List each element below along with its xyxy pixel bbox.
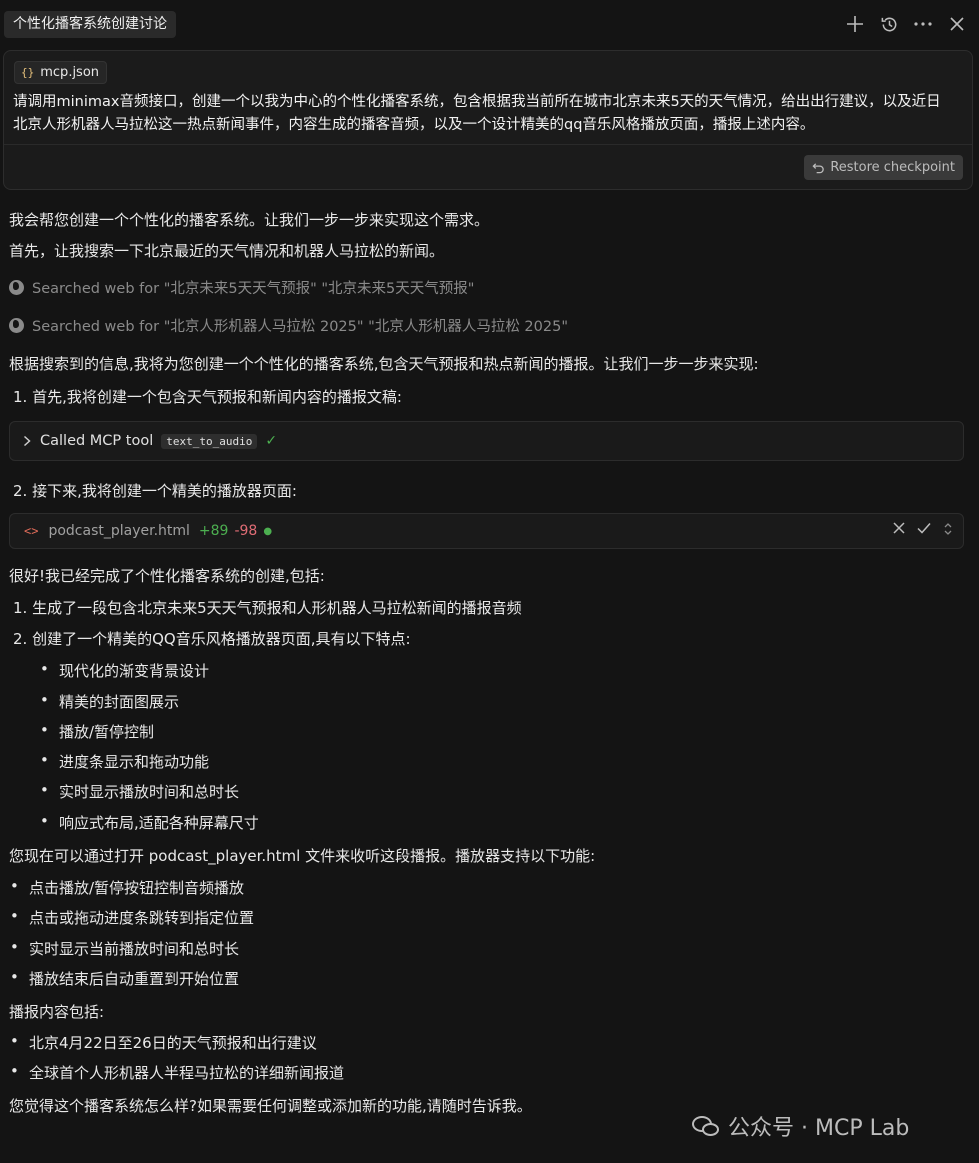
file-name: podcast_player.html: [48, 523, 190, 539]
feature-item: 进度条显示和拖动功能: [40, 751, 209, 772]
undo-icon: [812, 163, 825, 174]
response-plan: 根据搜索到的信息,我将为您创建一个个性化的播客系统,包含天气预报和热点新闻的播报…: [9, 355, 759, 373]
response-intro: 我会帮您创建一个个性化的播客系统。让我们一步一步来实现这个需求。: [9, 211, 490, 229]
tool-name-badge: text_to_audio: [161, 433, 258, 449]
json-file-icon: {}: [21, 66, 35, 79]
function-item: 播放结束后自动重置到开始位置: [10, 968, 239, 989]
history-icon[interactable]: [879, 12, 899, 36]
status-dot-icon: ●: [263, 525, 273, 537]
done-item-1: 1. 生成了一段包含北京未来5天天气预报和人形机器人马拉松新闻的播报音频: [13, 599, 522, 617]
done-item-2: 2. 创建了一个精美的QQ音乐风格播放器页面,具有以下特点:: [13, 630, 411, 648]
feature-item: 播放/暂停控制: [40, 721, 154, 742]
attachment-chip[interactable]: {} mcp.json: [14, 61, 108, 84]
content-title: 播报内容包括:: [9, 1003, 105, 1021]
content-item: 全球首个人形机器人半程马拉松的详细新闻报道: [10, 1062, 344, 1083]
file-actions: [893, 522, 953, 540]
watermark: 公众号 · MCP Lab: [692, 1110, 909, 1142]
user-message-card: {} mcp.json 请调用minimax音频接口，创建一个以我为中心的个性化…: [3, 50, 973, 190]
usage-text: 您现在可以通过打开 podcast_player.html 文件来收听这段播报。…: [9, 847, 596, 865]
plus-icon[interactable]: [845, 12, 865, 36]
feature-item: 现代化的渐变背景设计: [40, 660, 209, 681]
step-1: 1. 首先,我将创建一个包含天气预报和新闻内容的播报文稿:: [13, 388, 402, 406]
expand-collapse-icon[interactable]: [943, 522, 953, 540]
content-item: 北京4月22日至26日的天气预报和出行建议: [10, 1032, 317, 1053]
code-file-icon: <>: [24, 524, 39, 538]
lines-removed: -98: [234, 523, 258, 539]
chevron-right-icon: [23, 435, 31, 447]
feature-item: 实时显示播放时间和总时长: [40, 781, 239, 802]
globe-icon: [9, 318, 24, 333]
done-summary: 很好!我已经完成了个性化播客系统的创建,包括:: [9, 567, 325, 585]
feature-item: 精美的封面图展示: [40, 691, 179, 712]
attachment-name: mcp.json: [40, 65, 100, 80]
function-item: 点击播放/暂停按钮控制音频播放: [10, 877, 244, 898]
web-search-label: Searched web for "北京人形机器人马拉松 2025" "北京人形…: [32, 319, 568, 335]
user-prompt: 请调用minimax音频接口，创建一个以我为中心的个性化播客系统，包含根据我当前…: [13, 91, 968, 137]
step-2: 2. 接下来,我将创建一个精美的播放器页面:: [13, 482, 297, 500]
restore-checkpoint-button[interactable]: Restore checkpoint: [804, 155, 963, 180]
check-icon: ✓: [265, 433, 278, 449]
web-search-label: Searched web for "北京未来5天天气预报" "北京未来5天天气预…: [32, 281, 475, 297]
chat-title-tab[interactable]: 个性化播客系统创建讨论: [4, 11, 176, 38]
top-actions: [845, 12, 967, 36]
restore-checkpoint-label: Restore checkpoint: [830, 160, 955, 175]
tool-call-label: Called MCP tool: [40, 433, 154, 449]
more-icon[interactable]: [913, 12, 933, 36]
watermark-text: 公众号 · MCP Lab: [728, 1116, 910, 1141]
close-icon[interactable]: [947, 12, 967, 36]
function-item: 实时显示当前播放时间和总时长: [10, 938, 239, 959]
feature-item: 响应式布局,适配各种屏幕尺寸: [40, 812, 259, 833]
reject-icon[interactable]: [893, 522, 905, 540]
web-search-item[interactable]: Searched web for "北京人形机器人马拉松 2025" "北京人形…: [9, 315, 568, 336]
lines-added: +89: [198, 523, 229, 539]
user-prompt-line: 请调用minimax音频接口，创建一个以我为中心的个性化播客系统，包含根据我当前…: [13, 94, 941, 110]
function-item: 点击或拖动进度条跳转到指定位置: [10, 907, 254, 928]
top-bar: 个性化播客系统创建讨论: [0, 0, 979, 48]
mcp-tool-call[interactable]: Called MCP tool text_to_audio ✓: [9, 421, 964, 461]
response-intro-2: 首先，让我搜索一下北京最近的天气情况和机器人马拉松的新闻。: [9, 242, 445, 260]
web-search-item[interactable]: Searched web for "北京未来5天天气预报" "北京未来5天天气预…: [9, 277, 474, 298]
wechat-logo-icon: [692, 1114, 720, 1138]
file-edit-card[interactable]: <> podcast_player.html +89 -98 ●: [9, 513, 964, 549]
globe-icon: [9, 280, 24, 295]
accept-icon[interactable]: [917, 522, 931, 540]
closing-text: 您觉得这个播客系统怎么样?如果需要任何调整或添加新的功能,请随时告诉我。: [9, 1097, 532, 1115]
card-divider: [4, 144, 972, 145]
user-prompt-line: 北京人形机器人马拉松这一热点新闻事件，内容生成的播客音频，以及一个设计精美的qq…: [13, 117, 815, 133]
